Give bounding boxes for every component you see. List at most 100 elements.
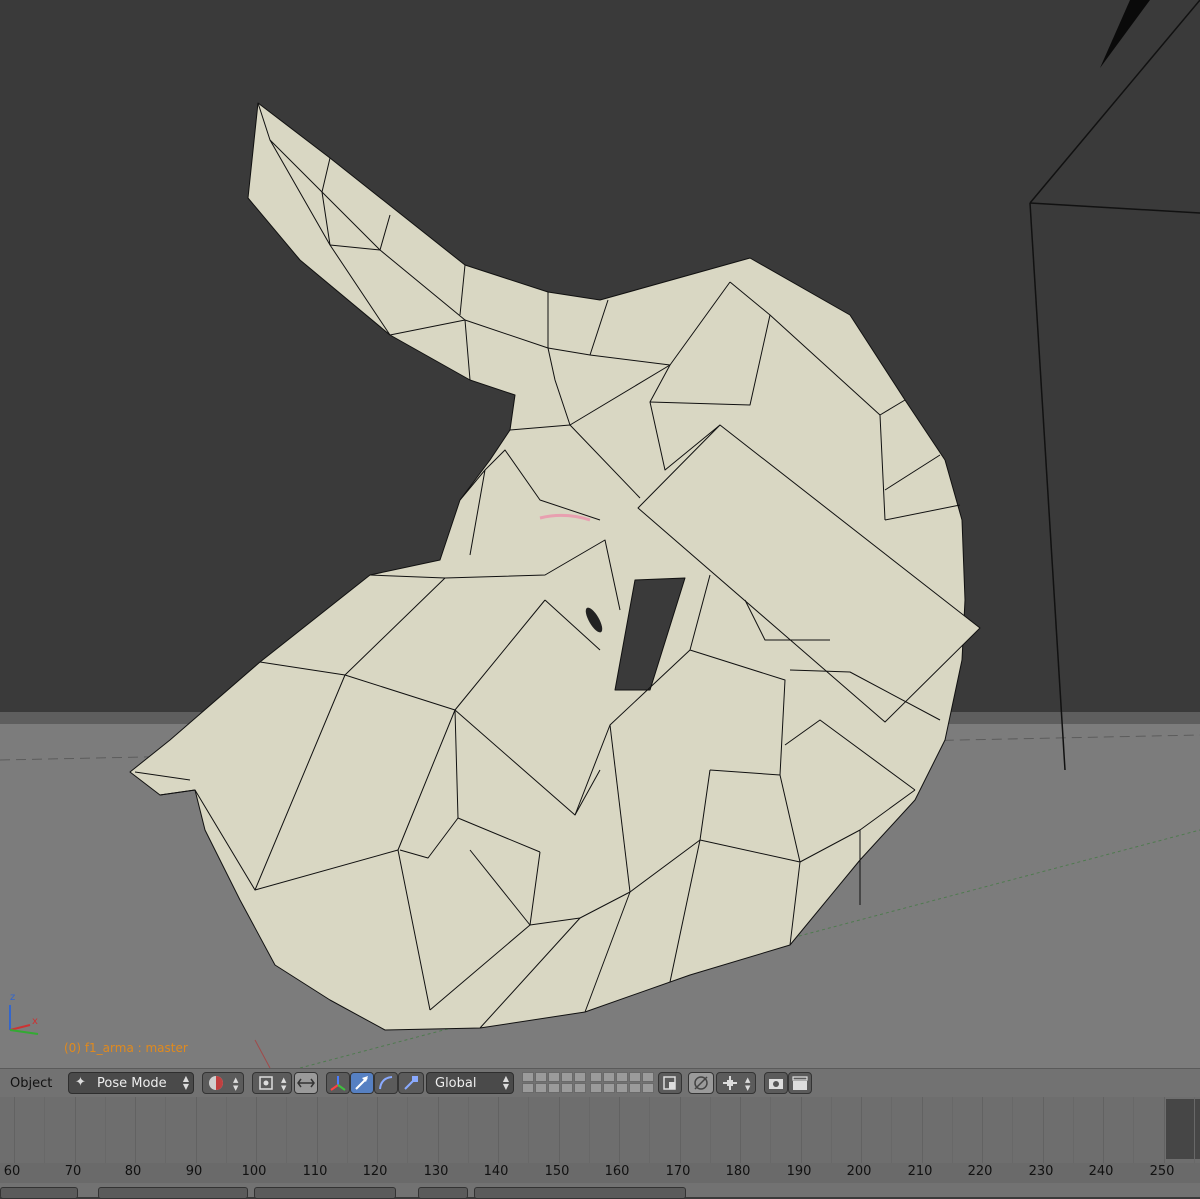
layers-group-2[interactable] [590,1072,654,1094]
frame-number: 120 [362,1164,388,1179]
layer-button[interactable] [548,1072,560,1082]
3d-viewport[interactable]: z x (0) f1_arma : master [0,0,1200,1068]
timeline-gridline [135,1097,136,1163]
frame-number: 240 [1088,1164,1114,1179]
frame-number: 130 [423,1164,449,1179]
layer-button[interactable] [561,1072,573,1082]
rotate-button[interactable] [374,1072,398,1094]
proportional-edit-icon [694,1076,708,1090]
layer-button[interactable] [548,1083,560,1093]
frame-number: 140 [483,1164,509,1179]
timeline-gridline [1073,1097,1074,1163]
timeline-gridline [1194,1097,1195,1163]
layer-button[interactable] [642,1083,654,1093]
layers-group-1[interactable] [522,1072,586,1094]
lock-camera-button[interactable] [658,1072,682,1094]
timeline-gridline [589,1097,590,1163]
frame-number: 100 [241,1164,267,1179]
timeline-gridline [317,1097,318,1163]
mode-selector[interactable]: ✦ Pose Mode ▲ ▼ [68,1072,194,1094]
layer-button[interactable] [616,1083,628,1093]
frame-number: 70 [64,1164,82,1179]
layer-button[interactable] [574,1072,586,1082]
autokey-buttons[interactable] [418,1187,468,1199]
frame-number: 190 [786,1164,812,1179]
timeline-gridline [468,1097,469,1163]
layer-button[interactable] [629,1083,641,1093]
rotate-icon [379,1076,393,1090]
frame-number: 80 [124,1164,142,1179]
timeline-gridline [377,1097,378,1163]
snap-element-button[interactable]: ▲ ▼ [716,1072,756,1094]
svg-text:▲: ▲ [281,1076,287,1084]
timeline-gridline [498,1097,499,1163]
timeline-gridline [891,1097,892,1163]
layer-button[interactable] [590,1072,602,1082]
layer-button[interactable] [603,1083,615,1093]
transform-orientation-select[interactable]: Global ▲ ▼ [426,1072,514,1094]
timeline-gridline [1012,1097,1013,1163]
timeline-gridline [982,1097,983,1163]
layer-button[interactable] [629,1072,641,1082]
object-menu[interactable]: Object [10,1076,52,1091]
timeline-gridline [1164,1097,1165,1163]
proportional-edit-button[interactable] [688,1072,714,1094]
manipulator-icon [330,1076,346,1091]
active-object-label: (0) f1_arma : master [64,1041,188,1055]
timeline-gridline [922,1097,923,1163]
bone-display-button[interactable] [294,1072,318,1094]
layer-button[interactable] [522,1083,534,1093]
timeline-gridline [256,1097,257,1163]
svg-text:▲: ▲ [745,1076,751,1084]
timeline-gridline [407,1097,408,1163]
timeline-menu[interactable] [0,1187,78,1199]
pose-library-icon [663,1076,676,1090]
layer-button[interactable] [561,1083,573,1093]
translate-icon [355,1076,368,1090]
viewport-shading-icon: ▲▼ [209,1076,239,1092]
layer-button[interactable] [574,1083,586,1093]
playback-controls[interactable] [98,1187,248,1199]
chevron-updown-icon: ▲ ▼ [182,1074,189,1091]
timeline-gridline [286,1097,287,1163]
timeline-area[interactable] [0,1097,1200,1163]
svg-text:▼: ▼ [745,1084,751,1092]
render-still-button[interactable] [764,1072,788,1094]
frame-number: 90 [185,1164,203,1179]
pivot-point-icon: ▲▼ [259,1076,287,1092]
timeline-gridline [75,1097,76,1163]
frame-number: 250 [1149,1164,1175,1179]
frame-number: 200 [846,1164,872,1179]
translate-button[interactable] [350,1072,374,1094]
viewport-shading-button[interactable]: ▲ ▼ [202,1072,244,1094]
timeline-gridline [801,1097,802,1163]
timeline-gridline [44,1097,45,1163]
viewport-header: Object ✦ Pose Mode ▲ ▼ ▲ ▼ ▲ ▼ Global ▲ … [0,1068,1200,1097]
svg-text:▼: ▼ [281,1084,287,1092]
pivot-point-button[interactable]: ▲ ▼ [252,1072,292,1094]
frame-number: 160 [604,1164,630,1179]
layer-button[interactable] [522,1072,534,1082]
layer-button[interactable] [616,1072,628,1082]
layer-button[interactable] [535,1072,547,1082]
timeline-gridline [770,1097,771,1163]
layer-button[interactable] [535,1083,547,1093]
manipulator-button[interactable] [326,1072,350,1094]
layer-button[interactable] [603,1072,615,1082]
frame-ruler[interactable]: 60 70 80 90 100 110 120 130 140 150 160 170 180 190 20… [0,1163,1200,1183]
timeline-gridline [1133,1097,1134,1163]
timeline-gridline [952,1097,953,1163]
active-keying-set[interactable] [474,1187,686,1199]
keying-set-select[interactable] [254,1187,396,1199]
scale-icon [404,1076,418,1090]
svg-text:z: z [10,992,15,1003]
timeline-gridline [226,1097,227,1163]
timeline-gridline [347,1097,348,1163]
layer-button[interactable] [590,1083,602,1093]
scale-button[interactable] [398,1072,424,1094]
render-animation-button[interactable] [788,1072,812,1094]
timeline-gridline [559,1097,560,1163]
frame-number: 110 [302,1164,328,1179]
frame-number: 60 [3,1164,21,1179]
layer-button[interactable] [642,1072,654,1082]
